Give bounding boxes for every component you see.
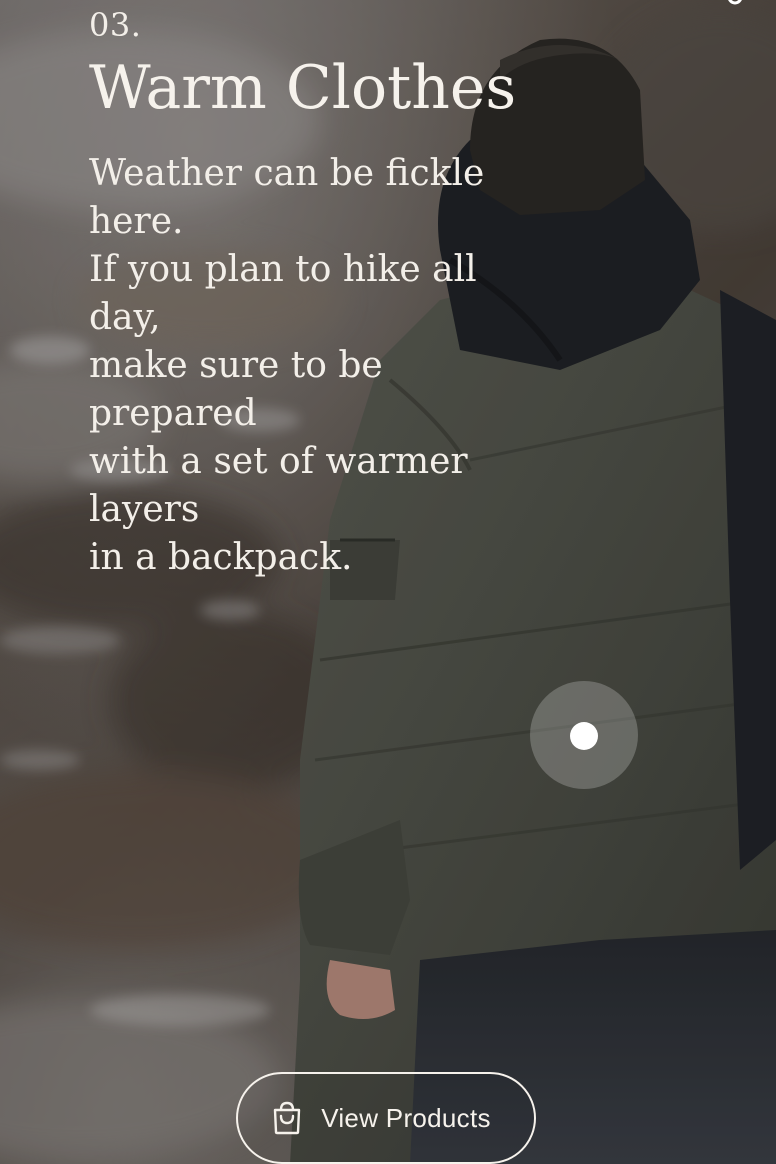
product-hotspot[interactable] — [530, 681, 638, 789]
view-products-label: View Products — [321, 1102, 491, 1133]
description-line: with a set of warmer layers — [89, 441, 468, 530]
description-line: make sure to be prepared — [89, 345, 383, 434]
step-number: 03. — [89, 6, 142, 44]
share-icon[interactable] — [724, 0, 746, 8]
description-text: Weather can be fickle here. If you plan … — [89, 150, 559, 582]
view-products-button[interactable]: View Products — [236, 1072, 536, 1164]
description-line: Weather can be fickle here. — [89, 153, 485, 242]
shopping-bag-icon — [273, 1101, 301, 1135]
page-title: Warm Clothes — [89, 53, 517, 123]
description-line: in a backpack. — [89, 537, 353, 578]
description-line: If you plan to hike all day, — [89, 249, 477, 338]
hotspot-dot-icon — [570, 722, 598, 750]
